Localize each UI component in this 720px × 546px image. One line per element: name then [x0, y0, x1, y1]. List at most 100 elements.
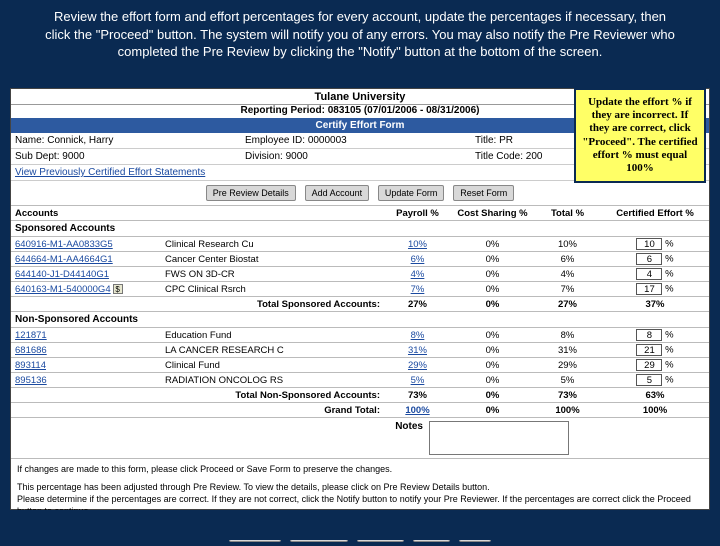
subdept-value: 9000 — [62, 151, 84, 162]
nonsponsored-section-header: Non-Sponsored Accounts — [11, 312, 709, 328]
certified-input[interactable]: 21 — [636, 344, 662, 356]
certified-input[interactable]: 5 — [636, 374, 662, 386]
grand-total-cert: 100% — [605, 405, 705, 416]
account-link[interactable]: 681686 — [15, 345, 165, 356]
division-label: Division: — [245, 151, 283, 162]
sponsored-total-label: Total Sponsored Accounts: — [165, 299, 380, 310]
account-desc: RADIATION ONCOLOG RS — [165, 375, 380, 386]
col-total: Total % — [530, 208, 605, 219]
account-desc: LA CANCER RESEARCH C — [165, 345, 380, 356]
certified-input[interactable]: 29 — [636, 359, 662, 371]
dollar-icon: $ — [113, 284, 123, 294]
sponsored-total-payroll: 27% — [380, 299, 455, 310]
table-row: 644140-J1-D44140G1 FWS ON 3D-CR 4% 0% 4%… — [11, 267, 709, 282]
footer-bar — [0, 510, 720, 540]
sponsored-total-cs: 0% — [455, 299, 530, 310]
account-link[interactable]: 640916-M1-AA0833G5 — [15, 239, 165, 250]
costshare-value: 0% — [455, 345, 530, 356]
account-desc: FWS ON 3D-CR — [165, 269, 380, 280]
sponsored-total-row: Total Sponsored Accounts: 27% 0% 27% 37% — [11, 297, 709, 312]
certified-input[interactable]: 10 — [636, 238, 662, 250]
account-desc: Clinical Research Cu — [165, 239, 380, 250]
notes-textarea[interactable] — [429, 421, 569, 455]
title-label: Title: — [475, 135, 496, 146]
payroll-value[interactable]: 6% — [380, 254, 455, 265]
notes-label: Notes — [15, 421, 429, 432]
grand-total-cs: 0% — [455, 405, 530, 416]
certified-input[interactable]: 6 — [636, 253, 662, 265]
col-certified: Certified Effort % — [605, 208, 705, 219]
nonsponsored-total-label: Total Non-Sponsored Accounts: — [165, 390, 380, 401]
title-value: PR — [499, 135, 513, 146]
table-row: 121871 Education Fund 8% 0% 8% 8 % — [11, 328, 709, 343]
certified-input[interactable]: 4 — [636, 268, 662, 280]
nonsponsored-total-total: 73% — [530, 390, 605, 401]
account-desc: Education Fund — [165, 330, 380, 341]
account-link[interactable]: 893114 — [15, 360, 165, 371]
name-value: Connick, Harry — [47, 135, 113, 146]
top-button-bar: Pre Review Details Add Account Update Fo… — [11, 181, 709, 206]
subdept-label: Sub Dept: — [15, 151, 59, 162]
costshare-value: 0% — [455, 239, 530, 250]
costshare-value: 0% — [455, 254, 530, 265]
payroll-value[interactable]: 5% — [380, 375, 455, 386]
sponsored-section-header: Sponsored Accounts — [11, 221, 709, 237]
payroll-value[interactable]: 4% — [380, 269, 455, 280]
nonsponsored-total-row: Total Non-Sponsored Accounts: 73% 0% 73%… — [11, 388, 709, 403]
view-previous-link[interactable]: View Previously Certified Effort Stateme… — [15, 167, 245, 178]
payroll-value[interactable]: 8% — [380, 330, 455, 341]
costshare-value: 0% — [455, 330, 530, 341]
payroll-value[interactable]: 31% — [380, 345, 455, 356]
update-form-button[interactable]: Update Form — [378, 185, 445, 201]
sponsored-total-cert: 37% — [605, 299, 705, 310]
nonsponsored-total-cs: 0% — [455, 390, 530, 401]
costshare-value: 0% — [455, 269, 530, 280]
total-value: 4% — [530, 269, 605, 280]
grand-total-row: Grand Total: 100% 0% 100% 100% — [11, 403, 709, 418]
total-value: 5% — [530, 375, 605, 386]
pre-review-details-button[interactable]: Pre Review Details — [206, 185, 296, 201]
nonsponsored-total-payroll: 73% — [380, 390, 455, 401]
costshare-value: 0% — [455, 284, 530, 295]
costshare-value: 0% — [455, 375, 530, 386]
table-row: 893114 Clinical Fund 29% 0% 29% 29 % — [11, 358, 709, 373]
account-link[interactable]: 644664-M1-AA4664G1 — [15, 254, 165, 265]
account-desc: Clinical Fund — [165, 360, 380, 371]
message-2: This percentage has been adjusted throug… — [17, 481, 703, 493]
instruction-banner: Review the effort form and effort percen… — [0, 0, 720, 69]
nonsponsored-total-cert: 63% — [605, 390, 705, 401]
costshare-value: 0% — [455, 360, 530, 371]
table-row: 640916-M1-AA0833G5 Clinical Research Cu … — [11, 237, 709, 252]
total-value: 8% — [530, 330, 605, 341]
account-link[interactable]: 121871 — [15, 330, 165, 341]
callout-tip: Update the effort % if they are incorrec… — [574, 88, 706, 183]
account-link[interactable]: 644140-J1-D44140G1 — [15, 269, 165, 280]
total-value: 31% — [530, 345, 605, 356]
titlecode-label: Title Code: — [475, 151, 523, 162]
account-link[interactable]: 640163-M1-540000G4 — [15, 284, 111, 295]
employee-id-value: 0000003 — [308, 135, 347, 146]
add-account-button[interactable]: Add Account — [305, 185, 370, 201]
sponsored-total-total: 27% — [530, 299, 605, 310]
message-1: If changes are made to this form, please… — [17, 463, 703, 475]
titlecode-value: 200 — [526, 151, 543, 162]
table-row: 640163-M1-540000G4$ CPC Clinical Rsrch 7… — [11, 282, 709, 297]
total-value: 7% — [530, 284, 605, 295]
certified-input[interactable]: 8 — [636, 329, 662, 341]
grand-total-total: 100% — [530, 405, 605, 416]
employee-id-label: Employee ID: — [245, 135, 305, 146]
col-payroll: Payroll % — [380, 208, 455, 219]
grand-total-payroll: 100% — [380, 405, 455, 416]
certified-input[interactable]: 17 — [636, 283, 662, 295]
payroll-value[interactable]: 7% — [380, 284, 455, 295]
account-desc: Cancer Center Biostat — [165, 254, 380, 265]
payroll-value[interactable]: 29% — [380, 360, 455, 371]
table-row: 681686 LA CANCER RESEARCH C 31% 0% 31% 2… — [11, 343, 709, 358]
table-row: 895136 RADIATION ONCOLOG RS 5% 0% 5% 5 % — [11, 373, 709, 388]
name-label: Name: — [15, 135, 44, 146]
notes-row: Notes — [11, 418, 709, 459]
payroll-value[interactable]: 10% — [380, 239, 455, 250]
reset-form-button[interactable]: Reset Form — [453, 185, 514, 201]
account-link[interactable]: 895136 — [15, 375, 165, 386]
account-desc: CPC Clinical Rsrch — [165, 284, 380, 295]
